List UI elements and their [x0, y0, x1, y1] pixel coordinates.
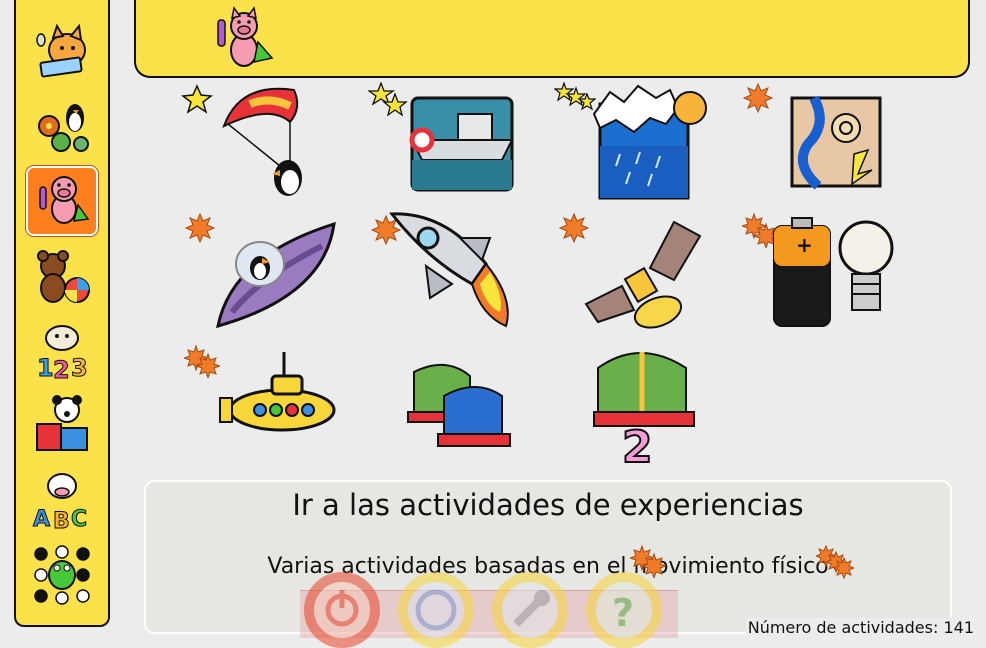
ufo-penguin-icon: [216, 221, 336, 329]
dog-puzzle-icon: [36, 395, 88, 451]
sidebar-item-math[interactable]: 1 2 3: [26, 316, 98, 386]
pig-experiments-icon: [217, 6, 274, 67]
svg-text:3: 3: [71, 354, 88, 382]
category-sidebar: 1 2 3 A B C: [0, 0, 112, 637]
activity-submarine[interactable]: [182, 342, 336, 462]
gcompris-logo-icon: [415, 589, 457, 631]
flower-icon: [184, 344, 220, 378]
activity-rocket[interactable]: [368, 210, 518, 330]
sailboat-two-icon: 2: [593, 352, 695, 466]
activity-ufo[interactable]: [182, 210, 336, 330]
sidebar-item-strategy[interactable]: [26, 540, 98, 610]
activity-sailboats[interactable]: [368, 342, 518, 462]
penguin-gears-icon: [38, 104, 89, 152]
cat-keyboard-icon: [36, 23, 86, 78]
rocket-icon: [389, 212, 509, 328]
river-map-icon: [790, 95, 882, 190]
flower-icon: [742, 82, 774, 114]
activity-electricity[interactable]: +: [742, 210, 894, 330]
svg-text:C: C: [71, 507, 87, 532]
flower-icon: [630, 544, 666, 578]
activity-canal-lock[interactable]: [366, 82, 516, 202]
svg-text:+: +: [796, 233, 813, 257]
svg-text:2: 2: [622, 422, 653, 466]
svg-text:?: ?: [612, 591, 634, 635]
exit-icon: [325, 590, 359, 627]
teddy-ball-icon: [37, 250, 90, 303]
description-title: Ir a las actividades de experiencias: [292, 488, 804, 522]
activity-river-map[interactable]: [742, 82, 892, 202]
sidebar-item-computer[interactable]: [26, 16, 98, 86]
submarine-icon: [219, 352, 336, 432]
activity-satellite[interactable]: [556, 210, 706, 330]
flower-icon: [816, 544, 854, 580]
wrench-icon: [513, 590, 550, 627]
parachute-penguin-icon: [222, 87, 302, 196]
activity-water-cycle[interactable]: [554, 82, 707, 202]
star-icon: [181, 84, 213, 114]
boat-lock-icon: [409, 96, 514, 192]
two-sailboats-icon: [407, 364, 511, 447]
top-header: [134, 0, 970, 78]
help-icon: ?: [612, 591, 634, 635]
frog-board-icon: [34, 545, 90, 605]
sidebar-item-reading[interactable]: A B C: [26, 466, 98, 536]
sidebar-item-discovery[interactable]: [26, 92, 98, 162]
satellite-icon: [584, 220, 702, 329]
star-icon: [368, 82, 408, 117]
pig-experiments-icon: [39, 176, 90, 224]
svg-text:A: A: [33, 507, 50, 532]
sidebar-item-puzzle[interactable]: [26, 390, 98, 460]
activity-parachute[interactable]: [180, 82, 330, 202]
sidebar-item-experiences[interactable]: [26, 166, 98, 236]
svg-text:1: 1: [37, 354, 54, 382]
svg-text:B: B: [53, 509, 70, 532]
activity-sailboat-race[interactable]: 2: [556, 342, 706, 466]
sidebar-item-fun[interactable]: [26, 242, 98, 312]
sheep-123-icon: 1 2 3: [37, 325, 88, 382]
battery-bulb-icon: +: [773, 217, 894, 327]
svg-text:2: 2: [53, 356, 70, 382]
cow-abc-icon: A B C: [33, 473, 88, 532]
activity-count: Número de actividades: 141: [745, 618, 976, 637]
water-cycle-icon: [592, 84, 707, 200]
